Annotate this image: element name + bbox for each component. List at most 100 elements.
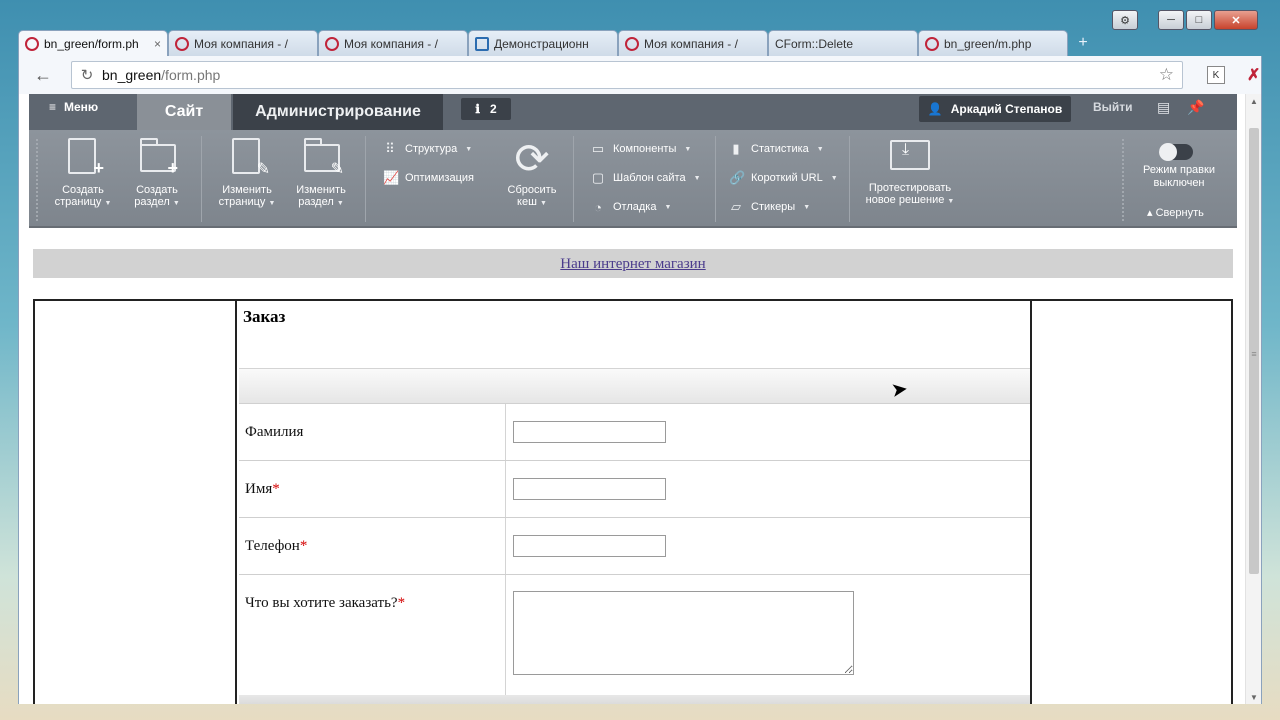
- bitrix-icon: [175, 36, 189, 51]
- create-section-label-2: раздел: [134, 196, 170, 208]
- field-label: Телефон*: [245, 538, 308, 554]
- toolbar-separator: [365, 136, 366, 222]
- debug-button[interactable]: ◔ Отладка ▼: [591, 198, 671, 216]
- keyboard-icon[interactable]: ▤: [1157, 99, 1170, 116]
- right-column-border: [1030, 301, 1032, 704]
- edit-mode-line-2: выключен: [1153, 177, 1205, 189]
- toolbar-separator: [715, 136, 716, 222]
- user-profile-button[interactable]: 👤 Аркадий Степанов: [919, 96, 1071, 122]
- address-bar[interactable]: ↻ bn_green/form.php ☆: [71, 61, 1183, 89]
- optimization-button[interactable]: 📈 Оптимизация: [383, 169, 474, 187]
- logout-button[interactable]: Выйти: [1093, 100, 1133, 114]
- statistics-label: Статистика: [751, 143, 809, 155]
- browser-titlebar: bn_green/form.ph × Моя компания - / Моя …: [0, 0, 1280, 56]
- extension-red-icon[interactable]: ✗: [1247, 65, 1260, 85]
- edit-section-button[interactable]: ✎ Изменить раздел ▼: [285, 138, 357, 210]
- minimize-button[interactable]: ─: [1158, 10, 1184, 30]
- create-page-button[interactable]: + Создать страницу ▼: [47, 138, 119, 210]
- scroll-up-icon[interactable]: ▲: [1246, 94, 1261, 108]
- browser-tab-1[interactable]: bn_green/form.ph ×: [18, 30, 168, 56]
- edit-mode-toggle[interactable]: [1159, 143, 1193, 161]
- extension-k-icon[interactable]: K: [1207, 66, 1225, 84]
- bar-chart-icon: ▮: [732, 141, 740, 156]
- stickers-label: Стикеры: [751, 201, 796, 213]
- required-mark: *: [397, 595, 406, 611]
- test-solution-button[interactable]: Протестировать новое решение ▼: [857, 138, 963, 208]
- browser-tab-4[interactable]: Демонстрационн: [468, 30, 618, 56]
- scroll-grip-icon: ≡: [1251, 349, 1257, 359]
- tab-label: Демонстрационн: [494, 36, 589, 51]
- required-mark: *: [299, 538, 308, 554]
- order-form: Заказ Фамилия Имя* Телефон* Что вы хотит…: [239, 301, 1030, 704]
- url-path: /form.php: [161, 67, 221, 83]
- edit-mode-label: Режим правки выключен: [1137, 164, 1221, 190]
- grid-icon: ⠿: [385, 141, 395, 156]
- gauge-icon: ◔: [594, 199, 602, 215]
- url-host: bn_green: [102, 67, 162, 83]
- toolbar-separator: [201, 136, 202, 222]
- notifications-button[interactable]: ℹ 2: [461, 98, 511, 120]
- test-solution-label: Протестировать: [868, 182, 952, 194]
- store-link[interactable]: Наш интернет магазин: [560, 256, 705, 272]
- vertical-scrollbar[interactable]: ▲ ≡ ▼: [1245, 94, 1261, 704]
- edit-folder-icon: ✎: [304, 138, 344, 178]
- collapse-caret-icon: ▴: [1147, 207, 1153, 219]
- site-template-button[interactable]: ▢ Шаблон сайта ▼: [591, 169, 701, 187]
- statistics-button[interactable]: ▮ Статистика ▼: [729, 140, 823, 158]
- toolbar-separator: [849, 136, 850, 222]
- create-page-label-2: страницу: [54, 196, 102, 208]
- settings-gear-icon[interactable]: ⚙: [1112, 10, 1138, 30]
- collapse-button[interactable]: ▴ Свернуть: [1147, 206, 1204, 219]
- scroll-down-icon[interactable]: ▼: [1246, 690, 1261, 704]
- components-button[interactable]: ▭ Компоненты ▼: [591, 140, 691, 158]
- menu-button[interactable]: ≡ Меню: [49, 100, 98, 114]
- firstname-input[interactable]: [513, 478, 666, 500]
- stickers-button[interactable]: ▱ Стикеры ▼: [729, 198, 810, 216]
- lastname-input[interactable]: [513, 421, 666, 443]
- reload-icon[interactable]: ↻: [72, 66, 102, 84]
- form-row-firstname: Имя*: [239, 461, 1030, 518]
- bitrix-icon: [25, 36, 39, 51]
- browser-tab-7[interactable]: bn_green/m.php: [918, 30, 1068, 56]
- window-controls: ─ □ ✕: [1158, 10, 1258, 30]
- terminal-icon: ▭: [591, 141, 605, 156]
- maximize-button[interactable]: □: [1186, 10, 1212, 30]
- bookmark-star-icon[interactable]: ☆: [1159, 65, 1174, 85]
- order-textarea[interactable]: [513, 591, 854, 675]
- browser-tab-2[interactable]: Моя компания - /: [168, 30, 318, 56]
- field-label: Имя*: [245, 481, 280, 497]
- edit-page-button[interactable]: ✎ Изменить страницу ▼: [211, 138, 283, 210]
- create-folder-icon: +: [140, 138, 178, 177]
- hamburger-icon: ≡: [49, 100, 57, 114]
- structure-label: Структура: [405, 143, 458, 155]
- browser-tab-3[interactable]: Моя компания - /: [318, 30, 468, 56]
- close-window-button[interactable]: ✕: [1214, 10, 1258, 30]
- components-label: Компоненты: [613, 143, 677, 155]
- tab-close-icon[interactable]: ×: [154, 37, 161, 51]
- browser-tab-6[interactable]: CForm::Delete: [768, 30, 918, 56]
- bitrix-icon: [625, 36, 639, 51]
- create-section-button[interactable]: + Создать раздел ▼: [121, 138, 193, 210]
- browser-tab-5[interactable]: Моя компания - /: [618, 30, 768, 56]
- store-header-bar: Наш интернет магазин: [33, 249, 1233, 278]
- test-solution-label-2: новое решение: [865, 194, 945, 206]
- form-footer-row: [239, 695, 1030, 704]
- create-page-icon: +: [66, 138, 104, 177]
- page-layout-table: Заказ Фамилия Имя* Телефон* Что вы хотит…: [33, 299, 1233, 704]
- tab-administration[interactable]: Администрирование: [233, 94, 443, 130]
- clear-cache-button[interactable]: ⟳ Сбросить кеш ▼: [493, 138, 571, 210]
- back-arrow-icon[interactable]: ←: [29, 61, 57, 89]
- short-url-button[interactable]: 🔗 Короткий URL ▼: [729, 169, 838, 187]
- drag-handle: [35, 138, 39, 222]
- structure-button[interactable]: ⠿ Структура ▼: [383, 140, 472, 158]
- form-row-lastname: Фамилия: [239, 404, 1030, 461]
- tab-label: bn_green/m.php: [944, 36, 1032, 51]
- new-tab-button[interactable]: +: [1068, 30, 1098, 56]
- tab-site[interactable]: Сайт: [137, 94, 231, 130]
- user-name: Аркадий Степанов: [950, 102, 1063, 116]
- clear-cache-label: Сбросить: [507, 184, 557, 196]
- debug-label: Отладка: [613, 201, 657, 213]
- phone-input[interactable]: [513, 535, 666, 557]
- create-page-label: Создать: [62, 184, 104, 196]
- pin-icon[interactable]: 📌: [1187, 99, 1204, 116]
